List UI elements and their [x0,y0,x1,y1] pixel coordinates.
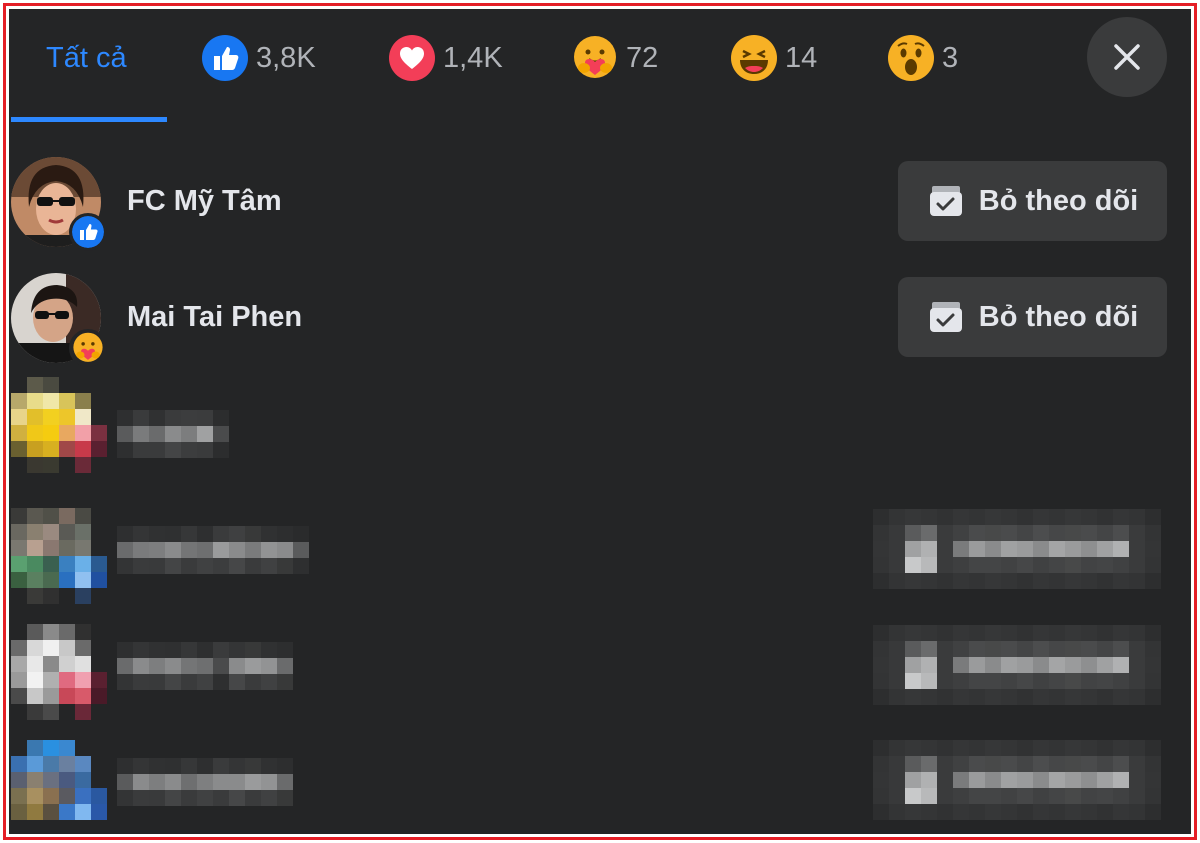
tab-haha-count: 14 [785,41,818,74]
tab-haha[interactable]: 14 [731,9,817,107]
pixelated-button [873,625,1161,705]
unfollow-button[interactable]: Bỏ theo dõi [898,277,1167,357]
pixelated-name [117,410,229,458]
tab-like[interactable]: 3,8K [202,9,316,107]
tab-love[interactable]: 1,4K [389,9,503,107]
unfollow-button-label: Bỏ theo dõi [978,184,1139,217]
pixelated-button [873,509,1161,589]
tab-care[interactable]: 72 [572,9,658,107]
care-icon [73,332,103,362]
like-icon [72,216,104,248]
following-icon [929,302,962,332]
tab-care-count: 72 [626,41,659,74]
care-icon [572,35,618,81]
tab-like-count: 3,8K [256,41,316,74]
haha-icon [731,35,777,81]
tab-wow[interactable]: 3 [888,9,958,107]
like-icon [202,35,248,81]
pixelated-button [873,740,1161,820]
pixelated-name [117,642,293,690]
reaction-badge [69,213,107,251]
pixelated-name [117,758,293,806]
pixelated-name [117,526,309,574]
reactions-dialog: Tất cả 3,8K 1,4K 72 14 3 FC Mỹ Tâm Bỏ th… [9,9,1191,834]
reactor-name[interactable]: FC Mỹ Tâm [127,185,282,218]
following-icon [929,186,962,216]
love-icon [389,35,435,81]
close-button[interactable] [1087,17,1167,97]
reactor-row: Mai Tai Phen Bỏ theo dõi [9,273,1191,389]
tab-love-count: 1,4K [443,41,503,74]
pixelated-avatar [11,508,107,604]
pixelated-avatar [11,377,107,473]
unfollow-button-label: Bỏ theo dõi [978,300,1139,333]
reactor-row: FC Mỹ Tâm Bỏ theo dõi [9,157,1191,273]
unfollow-button[interactable]: Bỏ theo dõi [898,161,1167,241]
close-icon [1114,44,1140,70]
tab-all[interactable]: Tất cả [46,9,127,107]
reaction-tabs: Tất cả 3,8K 1,4K 72 14 3 [9,9,1191,125]
tab-all-label: Tất cả [46,41,127,74]
reaction-badge [69,329,107,367]
tab-wow-count: 3 [942,41,959,74]
wow-icon [888,35,934,81]
pixelated-avatar [11,624,107,720]
reactor-name[interactable]: Mai Tai Phen [127,301,302,334]
pixelated-avatar [11,740,107,820]
active-tab-indicator [11,117,167,122]
